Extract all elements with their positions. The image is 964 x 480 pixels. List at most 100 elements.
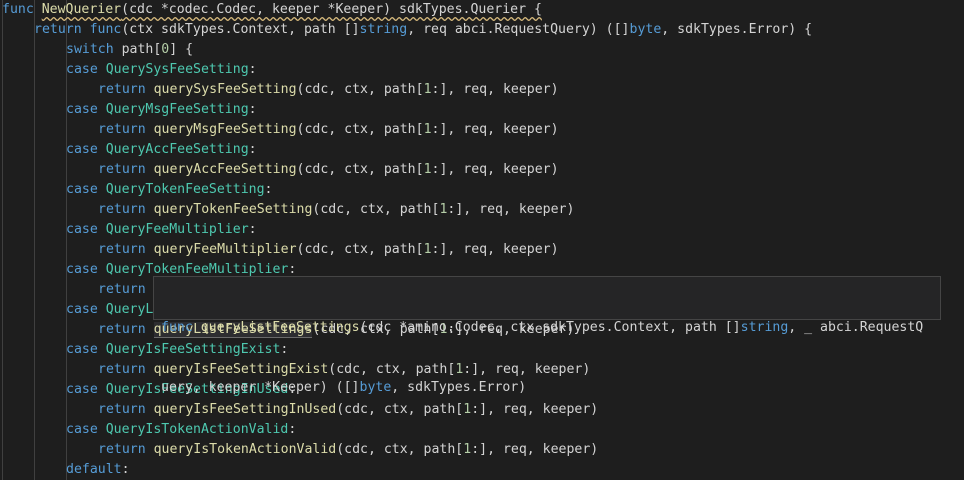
code-token: (cdc, ctx, path[ [336, 442, 464, 457]
code-token: : [264, 182, 273, 197]
code-line[interactable]: switch path[0] { [66, 40, 193, 60]
code-line[interactable]: case QuerySysFeeSetting: [66, 60, 257, 80]
code-token: : [288, 262, 297, 277]
code-line[interactable]: return querySysFeeSetting(cdc, ctx, path… [98, 80, 559, 100]
code-editor[interactable]: func NewQuerier(cdc *codec.Codec, keeper… [0, 0, 964, 480]
code-token: : [248, 102, 257, 117]
code-line[interactable]: return queryFeeMultiplier(cdc, ctx, path… [98, 240, 559, 260]
code-token: :], req, keeper) [431, 242, 559, 257]
code-token: return [98, 122, 146, 137]
code-token: func [161, 320, 193, 335]
code-token: :], req, keeper) [431, 122, 559, 137]
code-token: ] { [169, 42, 194, 57]
indent-guide [34, 0, 35, 480]
code-token: func [2, 2, 34, 17]
code-line[interactable]: return func(ctx sdkTypes.Context, path [… [34, 20, 812, 40]
code-token: return [98, 282, 146, 297]
code-token: queryAccFeeSetting [153, 162, 297, 177]
code-line[interactable]: func NewQuerier(cdc *codec.Codec, keeper… [2, 0, 542, 20]
code-token: case [66, 422, 98, 437]
code-token: : [121, 462, 130, 477]
code-token: case [66, 342, 98, 357]
code-token: QueryL [105, 302, 154, 317]
code-token: QueryAccFeeSetting [105, 142, 249, 157]
code-line[interactable]: return [98, 280, 146, 300]
code-token: (cdc, ctx, path[ [296, 122, 424, 137]
code-line[interactable]: return queryIsTokenActionValid(cdc, ctx,… [98, 440, 598, 460]
code-token: queryTokenFeeSetting [153, 202, 313, 217]
code-token: case [66, 182, 98, 197]
code-token: uery, keeper *Keeper) ([] [161, 380, 360, 395]
code-token: QuerySysFeeSetting [105, 62, 249, 77]
hover-signature-line: uery, keeper *Keeper) ([]byte, sdkTypes.… [161, 378, 933, 398]
code-token: (cdc *codec.Codec, keeper *Keeper) sdkTy… [121, 2, 542, 17]
code-token: case [66, 102, 98, 117]
code-line[interactable]: case QueryMsgFeeSetting: [66, 100, 257, 120]
indent-guide [2, 0, 3, 480]
code-line[interactable]: default: [66, 460, 130, 480]
code-token: (cdc, ctx, path[ [296, 162, 424, 177]
code-token: (cdc, ctx, path[ [312, 202, 440, 217]
code-token: return [98, 402, 146, 417]
code-token: string [359, 22, 408, 37]
code-token: QueryTokenFeeMultiplier [105, 262, 289, 277]
code-token: switch [66, 42, 114, 57]
code-line[interactable]: case QueryTokenFeeSetting: [66, 180, 272, 200]
code-token: string [740, 320, 789, 335]
code-line[interactable]: return queryAccFeeSetting(cdc, ctx, path… [98, 160, 559, 180]
code-token: 1 [423, 242, 432, 257]
code-line[interactable]: case QueryFeeMultiplier: [66, 220, 257, 240]
code-token: byte [629, 22, 662, 37]
code-token: :], req, keeper) [471, 442, 599, 457]
code-token: byte [359, 380, 392, 395]
code-token: QueryFeeMultiplier [105, 222, 249, 237]
code-token: : [248, 62, 257, 77]
code-token: case [66, 302, 98, 317]
code-token: : [248, 142, 257, 157]
code-line[interactable]: return queryMsgFeeSetting(cdc, ctx, path… [98, 120, 559, 140]
code-line[interactable]: return queryTokenFeeSetting(cdc, ctx, pa… [98, 200, 574, 220]
code-token: :], req, keeper) [447, 202, 575, 217]
code-token: NewQuerier [41, 2, 122, 17]
code-token: , _ abci.RequestQ [788, 320, 924, 335]
code-token: queryFeeMultiplier [153, 242, 297, 257]
code-token: case [66, 142, 98, 157]
code-token: queryMsgFeeSetting [153, 122, 297, 137]
code-token: return [98, 162, 146, 177]
code-token: (ctx sdkTypes.Context, path [] [121, 22, 360, 37]
code-token: func [89, 22, 122, 37]
code-token: (cdc, ctx, path[ [296, 82, 424, 97]
code-token: 1 [423, 122, 432, 137]
code-token: (cdc *amino.Codec, ctx sdkTypes.Context,… [359, 320, 741, 335]
code-token: 1 [423, 82, 432, 97]
code-token: return [34, 22, 82, 37]
code-token: QueryTokenFeeSetting [105, 182, 265, 197]
hover-signature-line: func queryListFeeSettings(cdc *amino.Cod… [161, 318, 933, 338]
code-line[interactable]: case QueryL [66, 300, 153, 320]
code-token: return [98, 242, 146, 257]
code-line[interactable]: case QueryAccFeeSetting: [66, 140, 257, 160]
code-token: (cdc, ctx, path[ [296, 242, 424, 257]
hover-tooltip: func queryListFeeSettings(cdc *amino.Cod… [153, 276, 941, 395]
code-token: , sdkTypes.Error) { [661, 22, 813, 37]
code-token: case [66, 222, 98, 237]
code-token: , req abci.RequestQuery) ([] [407, 22, 630, 37]
